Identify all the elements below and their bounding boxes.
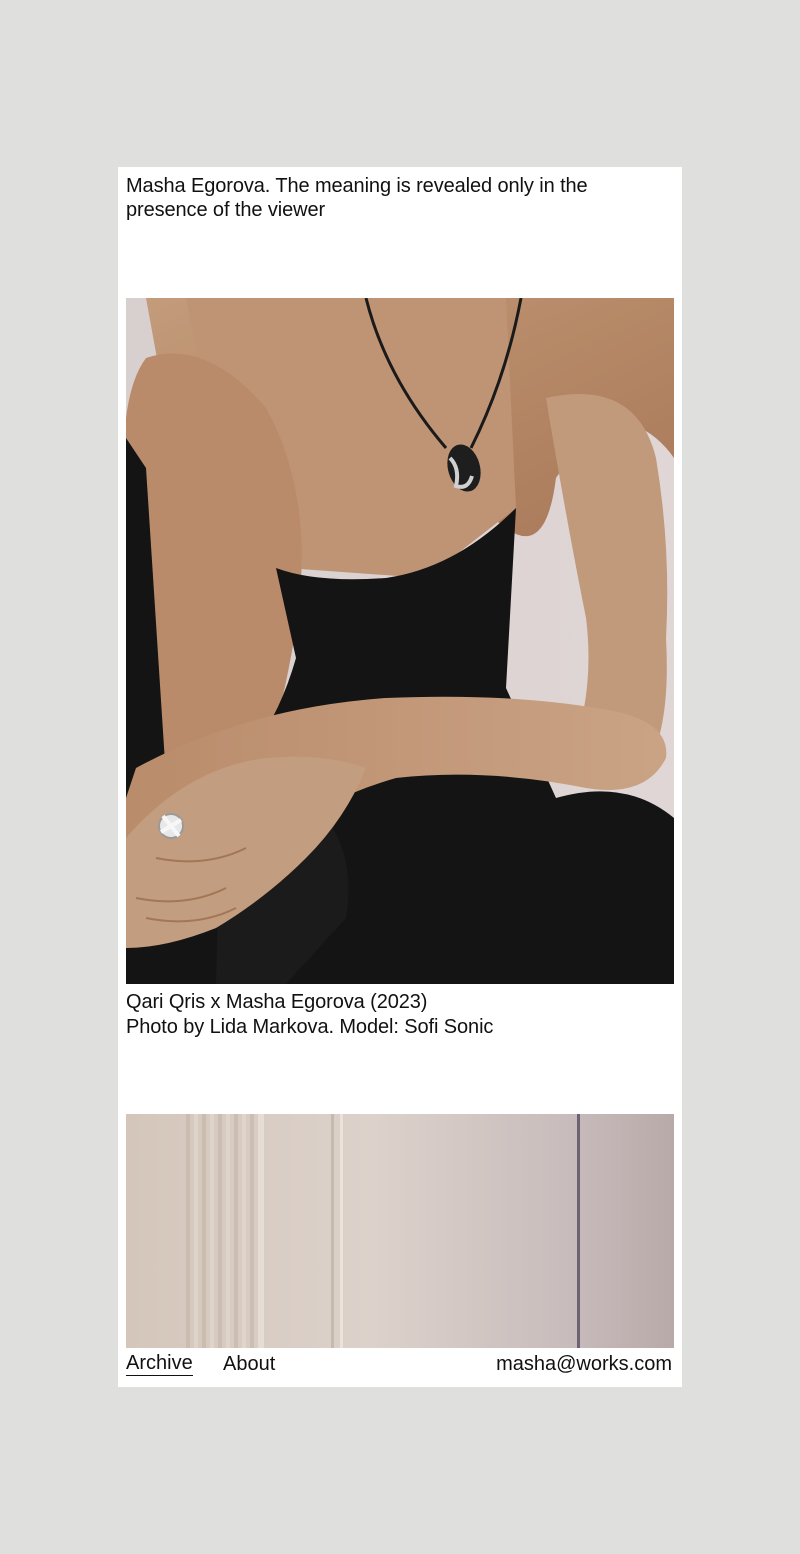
page-title: Masha Egorova. The meaning is revealed o… bbox=[126, 175, 588, 221]
photo-model-necklace-ring bbox=[126, 298, 674, 984]
work-image-1[interactable] bbox=[126, 298, 674, 984]
email-link[interactable]: masha@works.com bbox=[496, 1351, 672, 1377]
caption-title: Qari Qris x Masha Egorova (2023) bbox=[126, 991, 428, 1013]
footer-nav: Archive About masha@works.com bbox=[126, 1351, 674, 1381]
caption-credits: Photo by Lida Markova. Model: Sofi Sonic bbox=[126, 1016, 494, 1038]
content-card: Masha Egorova. The meaning is revealed o… bbox=[118, 167, 682, 1387]
work-caption: Qari Qris x Masha Egorova (2023) Photo b… bbox=[126, 990, 666, 1040]
photo-wall-detail bbox=[126, 1114, 674, 1348]
work-image-2[interactable] bbox=[126, 1114, 674, 1348]
nav-about-link[interactable]: About bbox=[223, 1351, 275, 1377]
nav-archive-link[interactable]: Archive bbox=[126, 1351, 193, 1376]
